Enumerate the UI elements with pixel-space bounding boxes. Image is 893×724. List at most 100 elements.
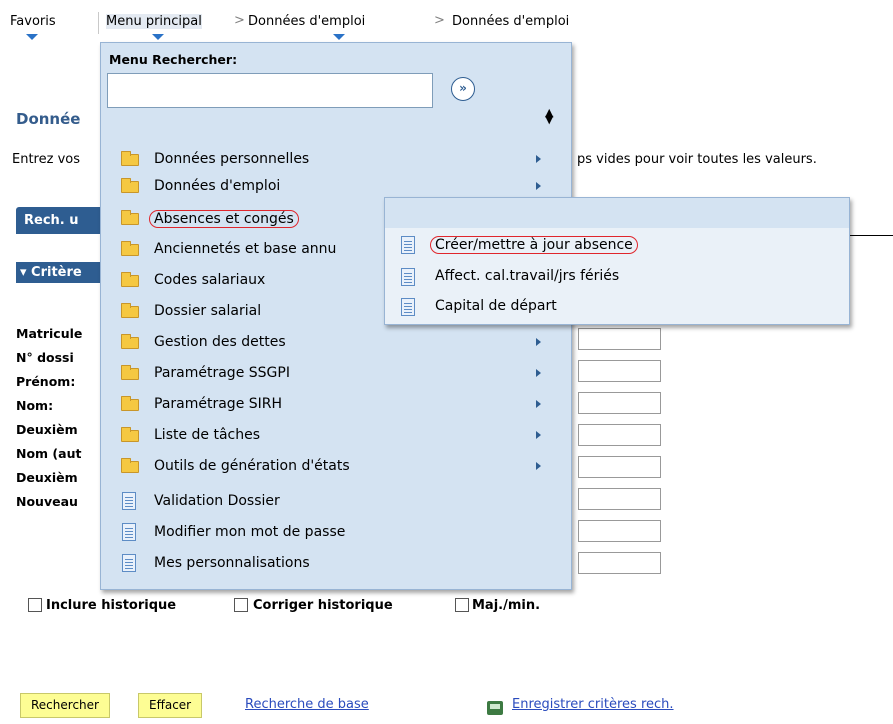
first-name-input[interactable] — [578, 392, 661, 414]
submenu-arrow-icon — [536, 369, 541, 377]
menu-search-go-button[interactable]: » — [451, 77, 475, 101]
submenu-arrow-icon — [536, 431, 541, 439]
menu-item-sirh-settings[interactable]: Paramétrage SIRH — [101, 391, 571, 417]
submenu-arrow-icon — [536, 400, 541, 408]
menu-item-personal-data[interactable]: Données personnelles — [101, 146, 571, 172]
second-name-2-input[interactable] — [578, 520, 661, 542]
page-title: Donnée — [16, 110, 81, 128]
menu-item-my-personalizations[interactable]: Mes personnalisations — [101, 550, 571, 576]
last-name-input[interactable] — [578, 424, 661, 446]
menu-search-title: Menu Rechercher: — [109, 52, 238, 67]
submenu-arrow-icon — [536, 155, 541, 163]
submenu-list: Créer/mettre à jour absence Affect. cal.… — [385, 228, 849, 324]
breadcrumb-current[interactable]: Données d'emploi — [452, 14, 569, 29]
folder-icon — [121, 272, 139, 287]
menu-item-label: Gestion des dettes — [154, 334, 286, 350]
field-label-second-name-2: Deuxièm — [16, 470, 78, 485]
second-name-input[interactable] — [578, 456, 661, 478]
document-icon — [122, 492, 136, 510]
folder-icon — [121, 303, 139, 318]
menu-item-file-validation[interactable]: Validation Dossier — [101, 488, 571, 514]
submenu-item-departure-capital[interactable]: Capital de départ — [385, 292, 849, 322]
menu-item-debt-management[interactable]: Gestion des dettes — [101, 329, 571, 355]
favorites-menu[interactable]: Favoris — [10, 14, 56, 29]
tab-underline — [850, 235, 893, 236]
field-label-other-name: Nom (aut — [16, 446, 82, 461]
menu-item-label: Outils de génération d'états — [154, 458, 350, 474]
instructions-text-right: ps vides pour voir toutes les valeurs. — [577, 152, 817, 167]
include-history-label: Inclure historique — [46, 598, 177, 613]
menu-item-label-highlighted: Absences et congés — [149, 210, 299, 228]
submenu-arrow-icon — [536, 182, 541, 190]
search-tab-label: Rech. u — [24, 213, 79, 228]
menu-item-employment-data[interactable]: Données d'emploi — [101, 173, 571, 199]
search-button[interactable]: Rechercher — [20, 693, 110, 718]
submenu-arrow-icon — [536, 462, 541, 470]
correct-history-label: Corriger historique — [253, 598, 393, 613]
breadcrumb-separator: > — [234, 13, 245, 28]
document-icon — [122, 523, 136, 541]
employee-id-input[interactable] — [578, 328, 661, 350]
document-icon — [401, 268, 415, 286]
menu-item-label: Liste de tâches — [154, 427, 261, 443]
submenu-item-create-update-absence[interactable]: Créer/mettre à jour absence — [385, 230, 849, 260]
submenu-item-work-calendar[interactable]: Affect. cal.travail/jrs fériés — [385, 262, 849, 292]
save-icon[interactable] — [487, 701, 503, 715]
menu-item-label: Dossier salarial — [154, 303, 262, 319]
case-sensitive-label: Maj./min. — [472, 598, 541, 613]
document-icon — [401, 236, 415, 254]
menu-item-label: Paramétrage SIRH — [154, 396, 283, 412]
new-input[interactable] — [578, 552, 661, 574]
include-history-checkbox[interactable] — [28, 598, 42, 612]
menu-item-label: Mes personnalisations — [154, 555, 310, 571]
submenu-item-label-highlighted: Créer/mettre à jour absence — [430, 236, 638, 254]
breadcrumb-chevron-down-icon[interactable] — [333, 34, 345, 40]
case-sensitive-checkbox[interactable] — [455, 598, 469, 612]
main-menu[interactable]: Menu principal — [106, 14, 202, 29]
save-criteria-link[interactable]: Enregistrer critères rech. — [512, 697, 674, 712]
submenu-item-label: Capital de départ — [435, 298, 557, 314]
instructions-text-left: Entrez vos — [12, 152, 80, 167]
menu-item-label: Codes salariaux — [154, 272, 266, 288]
criteria-section-label: ▾ Critère — [20, 265, 82, 280]
menu-item-label: Paramétrage SSGPI — [154, 365, 290, 381]
menu-item-change-password[interactable]: Modifier mon mot de passe — [101, 519, 571, 545]
folder-icon — [121, 210, 139, 225]
folder-icon — [121, 178, 139, 193]
clear-button[interactable]: Effacer — [138, 693, 203, 718]
favorites-chevron-down-icon[interactable] — [26, 34, 38, 40]
criteria-section-toggle[interactable]: ▾ Critère — [16, 262, 106, 283]
sort-icon[interactable]: ▲ ▼ — [545, 107, 553, 125]
absences-submenu: Créer/mettre à jour absence Affect. cal.… — [384, 197, 850, 325]
record-number-input[interactable] — [578, 360, 661, 382]
top-navigation-bar: Favoris Menu principal > Données d'emplo… — [0, 0, 893, 40]
folder-icon — [121, 151, 139, 166]
field-label-employee-id: Matricule — [16, 326, 83, 341]
field-label-new: Nouveau — [16, 494, 78, 509]
field-label-record-number: N° dossi — [16, 350, 74, 365]
submenu-item-label: Affect. cal.travail/jrs fériés — [435, 268, 620, 284]
menu-item-label: Modifier mon mot de passe — [154, 524, 346, 540]
folder-icon — [121, 396, 139, 411]
menu-item-task-list[interactable]: Liste de tâches — [101, 422, 571, 448]
menu-item-label: Anciennetés et base annu — [154, 241, 337, 257]
document-icon — [401, 298, 415, 316]
menu-item-label: Données d'emploi — [154, 178, 281, 194]
menu-item-report-tools[interactable]: Outils de génération d'états — [101, 453, 571, 479]
field-label-last-name: Nom: — [16, 398, 54, 413]
submenu-arrow-icon — [536, 338, 541, 346]
other-name-input[interactable] — [578, 488, 661, 510]
folder-icon — [121, 458, 139, 473]
main-menu-chevron-down-icon[interactable] — [152, 34, 164, 40]
folder-icon — [121, 427, 139, 442]
basic-search-link[interactable]: Recherche de base — [245, 697, 369, 712]
folder-icon — [121, 241, 139, 256]
field-label-first-name: Prénom: — [16, 374, 76, 389]
menu-search-input[interactable] — [107, 73, 433, 108]
nav-divider — [98, 12, 99, 34]
document-icon — [122, 554, 136, 572]
folder-icon — [121, 334, 139, 349]
breadcrumb-employment-data[interactable]: Données d'emploi — [248, 14, 365, 29]
menu-item-ssgpi-settings[interactable]: Paramétrage SSGPI — [101, 360, 571, 386]
correct-history-checkbox[interactable] — [234, 598, 248, 612]
